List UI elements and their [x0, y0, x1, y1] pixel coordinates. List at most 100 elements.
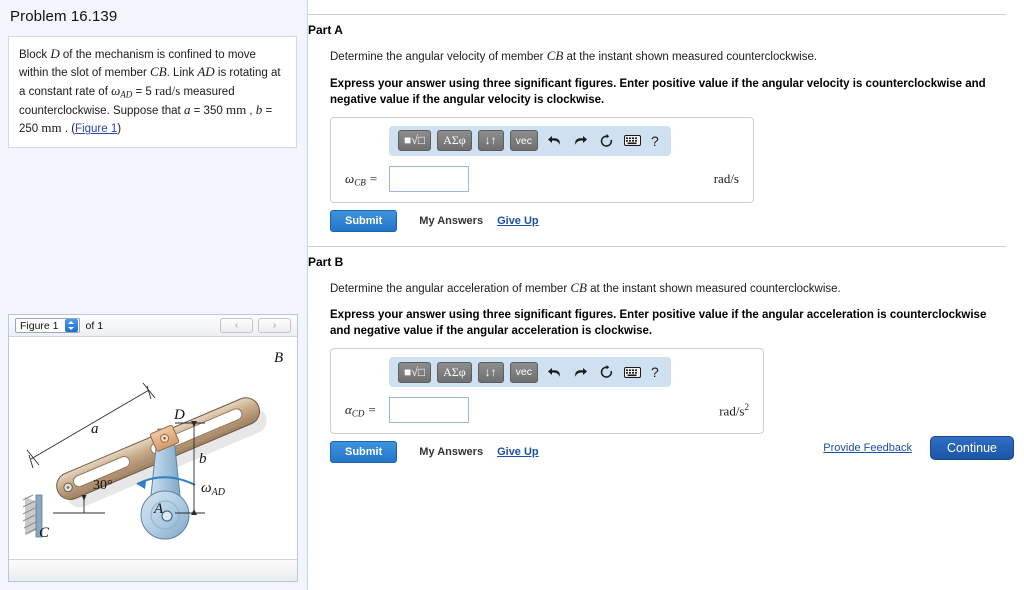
subscript-superscript-button[interactable]: ↓↑ — [477, 361, 504, 383]
part-b-answer-box: ■√□ ΑΣφ ↓↑ vec ? αCD = rad/s2 — [330, 348, 764, 435]
block-symbol: D — [50, 46, 60, 61]
divider — [308, 245, 1006, 247]
figure-nav: ‹ › — [220, 318, 291, 333]
figure-link[interactable]: Figure 1 — [75, 123, 117, 135]
part-a-question: Determine the angular velocity of member… — [330, 47, 1014, 66]
question-text: at the instant shown measured counterclo… — [586, 282, 841, 295]
undo-icon[interactable] — [544, 362, 564, 382]
sidebar: Problem 16.139 Block D of the mechanism … — [0, 0, 308, 590]
statement-text: Block — [19, 49, 51, 61]
statement-text: . Link — [166, 67, 198, 80]
part-b-answer-row: αCD = rad/s2 — [341, 397, 753, 424]
my-answers-button[interactable]: My Answers — [419, 215, 483, 227]
answer-symbol: ω — [345, 170, 355, 186]
label-A: A — [153, 501, 164, 517]
omega-subscript: AD — [120, 89, 133, 100]
part-b-unit: rad/s2 — [719, 402, 753, 419]
answer-toolbar: ■√□ ΑΣφ ↓↑ vec ? — [389, 357, 671, 388]
greek-symbols-button[interactable]: ΑΣφ — [437, 361, 472, 383]
statement-text: rate of — [75, 85, 112, 98]
keyboard-icon[interactable] — [622, 362, 642, 382]
statement-text: = 5 — [132, 85, 155, 98]
page-title: Problem 16.139 — [10, 8, 118, 25]
reset-icon[interactable] — [596, 362, 616, 382]
label-omega: ωAD — [201, 480, 226, 498]
figure-next-button[interactable]: › — [258, 318, 291, 333]
unit-text: rad/s — [713, 170, 739, 186]
question-text: Determine the angular velocity of member — [330, 51, 547, 63]
chevron-updown-icon[interactable] — [64, 319, 78, 332]
figure-toolbar: Figure 1 of 1 ‹ › — [9, 315, 297, 337]
help-button[interactable]: ? — [648, 364, 662, 380]
part-b-block: Part B Determine the angular acceleratio… — [308, 245, 1024, 464]
part-a-instruction: Express your answer using three signific… — [330, 77, 986, 106]
part-a-answer-input[interactable] — [389, 165, 469, 192]
help-button[interactable]: ? — [648, 133, 662, 149]
mm-unit: mm — [41, 120, 62, 136]
label-B: B — [274, 350, 283, 366]
vector-button[interactable]: vec — [509, 130, 539, 152]
figure-prev-button[interactable]: ‹ — [220, 318, 253, 333]
give-up-link[interactable]: Give Up — [497, 446, 539, 458]
question-text: at the instant shown measured counterclo… — [563, 51, 818, 63]
question-symbol: CB — [570, 279, 587, 295]
figure-image: a b 30° B C D A ωAD — [9, 337, 297, 559]
answer-subscript: CB — [354, 176, 366, 187]
figure-select-value: Figure 1 — [20, 319, 59, 332]
part-b-question: Determine the angular acceleration of me… — [330, 279, 1014, 298]
reset-icon[interactable] — [596, 131, 616, 151]
figure-select[interactable]: Figure 1 — [15, 318, 80, 333]
my-answers-button[interactable]: My Answers — [419, 446, 483, 458]
answer-equals: = — [365, 170, 378, 186]
part-a-answer-box: ■√□ ΑΣφ ↓↑ vec ? ωCB = rad/s — [330, 116, 754, 203]
label-b: b — [199, 451, 207, 467]
label-C: C — [39, 525, 50, 541]
undo-icon[interactable] — [544, 131, 564, 151]
answer-symbol: α — [345, 402, 352, 418]
statement-text: . ( — [61, 123, 76, 136]
provide-feedback-link[interactable]: Provide Feedback — [823, 442, 912, 454]
part-b-heading: Part B — [308, 254, 344, 269]
part-a-answer-label: ωCB = — [345, 171, 389, 187]
mm-unit: mm — [225, 101, 247, 117]
submit-button[interactable]: Submit — [330, 441, 398, 464]
link-symbol: AD — [197, 64, 215, 80]
redo-icon[interactable] — [570, 362, 590, 382]
part-a-unit: rad/s — [714, 171, 743, 187]
statement-text: ) — [117, 123, 122, 136]
answer-toolbar: ■√□ ΑΣφ ↓↑ vec ? — [389, 125, 671, 156]
figure-panel: Figure 1 of 1 ‹ › a b 30° B C D A ωAD — [8, 314, 298, 582]
mechanism-diagram: a b 30° B C D A ωAD — [22, 350, 283, 541]
problem-statement: Block D of the mechanism is confined to … — [8, 36, 297, 148]
math-template-button[interactable]: ■√□ — [398, 361, 432, 383]
omega-unit: rad/s — [154, 82, 181, 98]
greek-symbols-button[interactable]: ΑΣφ — [437, 130, 472, 152]
continue-button[interactable]: Continue — [929, 436, 1014, 460]
part-a-block: Part A Determine the angular velocity of… — [308, 14, 1024, 232]
a-value: = 350 — [190, 104, 226, 117]
question-symbol: CB — [546, 48, 564, 63]
part-a-answer-row: ωCB = rad/s — [341, 165, 743, 192]
math-template-button[interactable]: ■√□ — [398, 130, 432, 152]
part-b-answer-input[interactable] — [389, 397, 469, 424]
figure-count-label: of 1 — [85, 319, 104, 332]
figure-footer — [9, 559, 297, 581]
omega-symbol: ω — [111, 82, 121, 98]
part-a-buttons: Submit My Answers Give Up — [330, 209, 1014, 232]
vector-button[interactable]: vec — [509, 361, 539, 383]
redo-icon[interactable] — [570, 131, 590, 151]
member-symbol: CB — [150, 64, 167, 80]
subscript-superscript-button[interactable]: ↓↑ — [477, 130, 504, 152]
main-content: Part A Determine the angular velocity of… — [308, 0, 1024, 590]
answer-subscript: CD — [351, 408, 365, 419]
part-a-heading: Part A — [308, 23, 343, 37]
statement-text: , — [246, 104, 256, 117]
keyboard-icon[interactable] — [622, 131, 642, 151]
give-up-link[interactable]: Give Up — [497, 215, 539, 227]
part-b-answer-label: αCD = — [345, 402, 389, 418]
answer-equals: = — [364, 402, 377, 418]
submit-button[interactable]: Submit — [330, 209, 398, 232]
label-D: D — [173, 407, 185, 423]
question-text: Determine the angular acceleration of me… — [330, 282, 571, 295]
part-b-instruction: Express your answer using three signific… — [330, 309, 987, 338]
